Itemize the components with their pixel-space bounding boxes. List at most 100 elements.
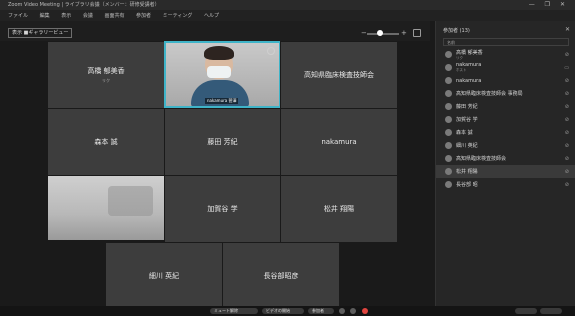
person-hair xyxy=(204,46,234,60)
participant-row[interactable]: 細川 英紀 ⊘ xyxy=(436,139,575,152)
participant-row-selected[interactable]: 松井 翔陽 ⊘ xyxy=(436,165,575,178)
menu-bar: ファイル 編集 表示 会議 画面共有 参加者 ミーティング ヘルプ xyxy=(0,10,575,21)
participants-button[interactable]: 参加者 xyxy=(308,308,334,314)
mic-muted-icon: ⊘ xyxy=(564,156,569,162)
mic-muted-icon: ⊘ xyxy=(564,130,569,136)
panel-button[interactable] xyxy=(515,308,537,314)
participant-tile[interactable]: 松井 翔陽 xyxy=(280,175,398,243)
participant-row[interactable]: 高知県臨床検査技師会 ⊘ xyxy=(436,152,575,165)
avatar xyxy=(445,142,452,149)
share-icon[interactable] xyxy=(339,308,345,314)
panel-title: 参加者 (13) xyxy=(443,28,470,34)
participant-row-name: 加賀谷 学 xyxy=(456,117,478,123)
avatar xyxy=(445,51,452,58)
window-controls[interactable]: — ❐ ✕ xyxy=(529,1,569,8)
avatar xyxy=(445,64,452,71)
participant-tile[interactable]: 細川 英紀 xyxy=(105,242,223,310)
participant-tile[interactable]: 藤田 芳紀 xyxy=(164,108,281,176)
participant-row[interactable]: nakamura ホスト ▭ xyxy=(436,61,575,74)
zoom-slider[interactable] xyxy=(367,30,399,36)
video-icon: ▭ xyxy=(564,65,569,71)
participant-name: 加賀谷 学 xyxy=(207,205,238,213)
participant-name: 細川 英紀 xyxy=(148,272,180,280)
menu-help[interactable]: ヘルプ xyxy=(204,13,219,19)
avatar xyxy=(445,90,452,97)
participant-name: 松井 翔陽 xyxy=(323,205,355,213)
menu-meetings[interactable]: ミーティング xyxy=(163,13,193,19)
participant-row-sub: リク xyxy=(456,55,463,60)
unmute-button[interactable]: ミュート解除 xyxy=(210,308,258,314)
avatar xyxy=(445,181,452,188)
participant-row[interactable]: 高知県臨床検査技師会 事務局 ⊘ xyxy=(436,87,575,100)
participant-subtitle: リク xyxy=(102,78,110,83)
mic-muted-icon: ⊘ xyxy=(564,104,569,110)
menu-participants[interactable]: 参加者 xyxy=(136,13,151,19)
participant-row-name: 高橋 郁美香 リク xyxy=(456,49,483,60)
panel-button[interactable] xyxy=(540,308,562,314)
end-call-icon[interactable] xyxy=(362,308,368,314)
participant-search[interactable]: 名前 xyxy=(443,38,569,46)
participant-video-blurred xyxy=(48,176,164,240)
mic-muted-icon: ⊘ xyxy=(564,117,569,123)
menu-share[interactable]: 画面共有 xyxy=(104,13,124,19)
participant-tile[interactable]: 森本 誠 xyxy=(47,108,165,176)
mic-muted-icon: ⊘ xyxy=(564,52,569,58)
participant-row-name: 藤田 芳紀 xyxy=(456,104,478,110)
avatar xyxy=(445,129,452,136)
menu-file[interactable]: ファイル xyxy=(8,13,28,19)
participant-name: 藤田 芳紀 xyxy=(207,138,238,146)
participant-row-name: 長谷部 昭 xyxy=(456,182,478,188)
participant-tile[interactable] xyxy=(47,175,165,241)
mic-icon xyxy=(267,47,275,55)
face-mask xyxy=(207,66,231,78)
participant-row[interactable]: 高橋 郁美香 リク ⊘ xyxy=(436,48,575,61)
avatar xyxy=(445,168,452,175)
participant-tile[interactable]: 加賀谷 学 xyxy=(164,175,281,243)
avatar xyxy=(445,77,452,84)
participant-row-name: 松井 翔陽 xyxy=(456,169,478,175)
participant-row[interactable]: 藤田 芳紀 ⊘ xyxy=(436,100,575,113)
participant-row[interactable]: nakamura ⊘ xyxy=(436,74,575,87)
zoom-out-icon[interactable]: − xyxy=(361,29,367,37)
menu-meeting[interactable]: 会議 xyxy=(83,13,93,19)
participant-row[interactable]: 加賀谷 学 ⊘ xyxy=(436,113,575,126)
participant-video: nakamura 菅澤 xyxy=(166,43,279,106)
participant-list: 高橋 郁美香 リク ⊘ nakamura ホスト ▭ nakamura ⊘ 高知… xyxy=(436,48,575,191)
chat-icon[interactable] xyxy=(350,308,356,314)
menu-edit[interactable]: 編集 xyxy=(40,13,50,19)
zoom-slider-knob[interactable] xyxy=(377,30,383,36)
participant-row[interactable]: 森本 誠 ⊘ xyxy=(436,126,575,139)
participant-row-name: 細川 英紀 xyxy=(456,143,478,149)
mic-muted-icon: ⊘ xyxy=(564,143,569,149)
participants-panel: 参加者 (13) ✕ 名前 高橋 郁美香 リク ⊘ nakamura ホスト ▭… xyxy=(435,21,575,306)
avatar xyxy=(445,155,452,162)
participant-name: 高知県臨床検査技師会 xyxy=(304,71,374,79)
participant-video-label: nakamura 菅澤 xyxy=(205,98,239,104)
participant-tile[interactable]: 高知県臨床検査技師会 xyxy=(280,41,398,109)
zoom-in-icon[interactable]: + xyxy=(401,29,407,37)
participant-row-name: 森本 誠 xyxy=(456,130,473,136)
close-icon[interactable]: ✕ xyxy=(565,26,570,33)
participant-name: 高橋 郁美香 xyxy=(87,67,125,75)
participant-name: nakamura xyxy=(321,138,357,146)
mic-muted-icon: ⊘ xyxy=(564,91,569,97)
menu-view[interactable]: 表示 xyxy=(61,13,71,19)
layout-icon[interactable] xyxy=(413,29,421,37)
participant-tile[interactable]: 高橋 郁美香 リク xyxy=(47,41,165,109)
participant-name: 長谷部昭彦 xyxy=(263,272,299,280)
video-gallery: 高橋 郁美香 リク nakamura 菅澤 高知県臨床検査技師会 森本 誠 藤田… xyxy=(47,41,398,311)
avatar xyxy=(445,103,452,110)
toolbar: 表示 ■ギャラリービュー − + xyxy=(0,21,430,41)
participant-row-name: nakamura ホスト xyxy=(456,62,482,72)
participant-row[interactable]: 長谷部 昭 ⊘ xyxy=(436,178,575,191)
mic-muted-icon: ⊘ xyxy=(564,169,569,175)
participant-tile[interactable]: nakamura xyxy=(280,108,398,176)
participant-row-name: 高知県臨床検査技師会 事務局 xyxy=(456,91,523,97)
mic-muted-icon: ⊘ xyxy=(564,182,569,188)
participant-tile[interactable]: 長谷部昭彦 xyxy=(222,242,340,310)
avatar xyxy=(445,116,452,123)
participant-tile-active[interactable]: nakamura 菅澤 xyxy=(164,41,281,108)
start-video-button[interactable]: ビデオの開始 xyxy=(262,308,304,314)
view-button[interactable]: 表示 ■ギャラリービュー xyxy=(8,28,73,38)
participant-row-name: nakamura xyxy=(456,77,482,84)
